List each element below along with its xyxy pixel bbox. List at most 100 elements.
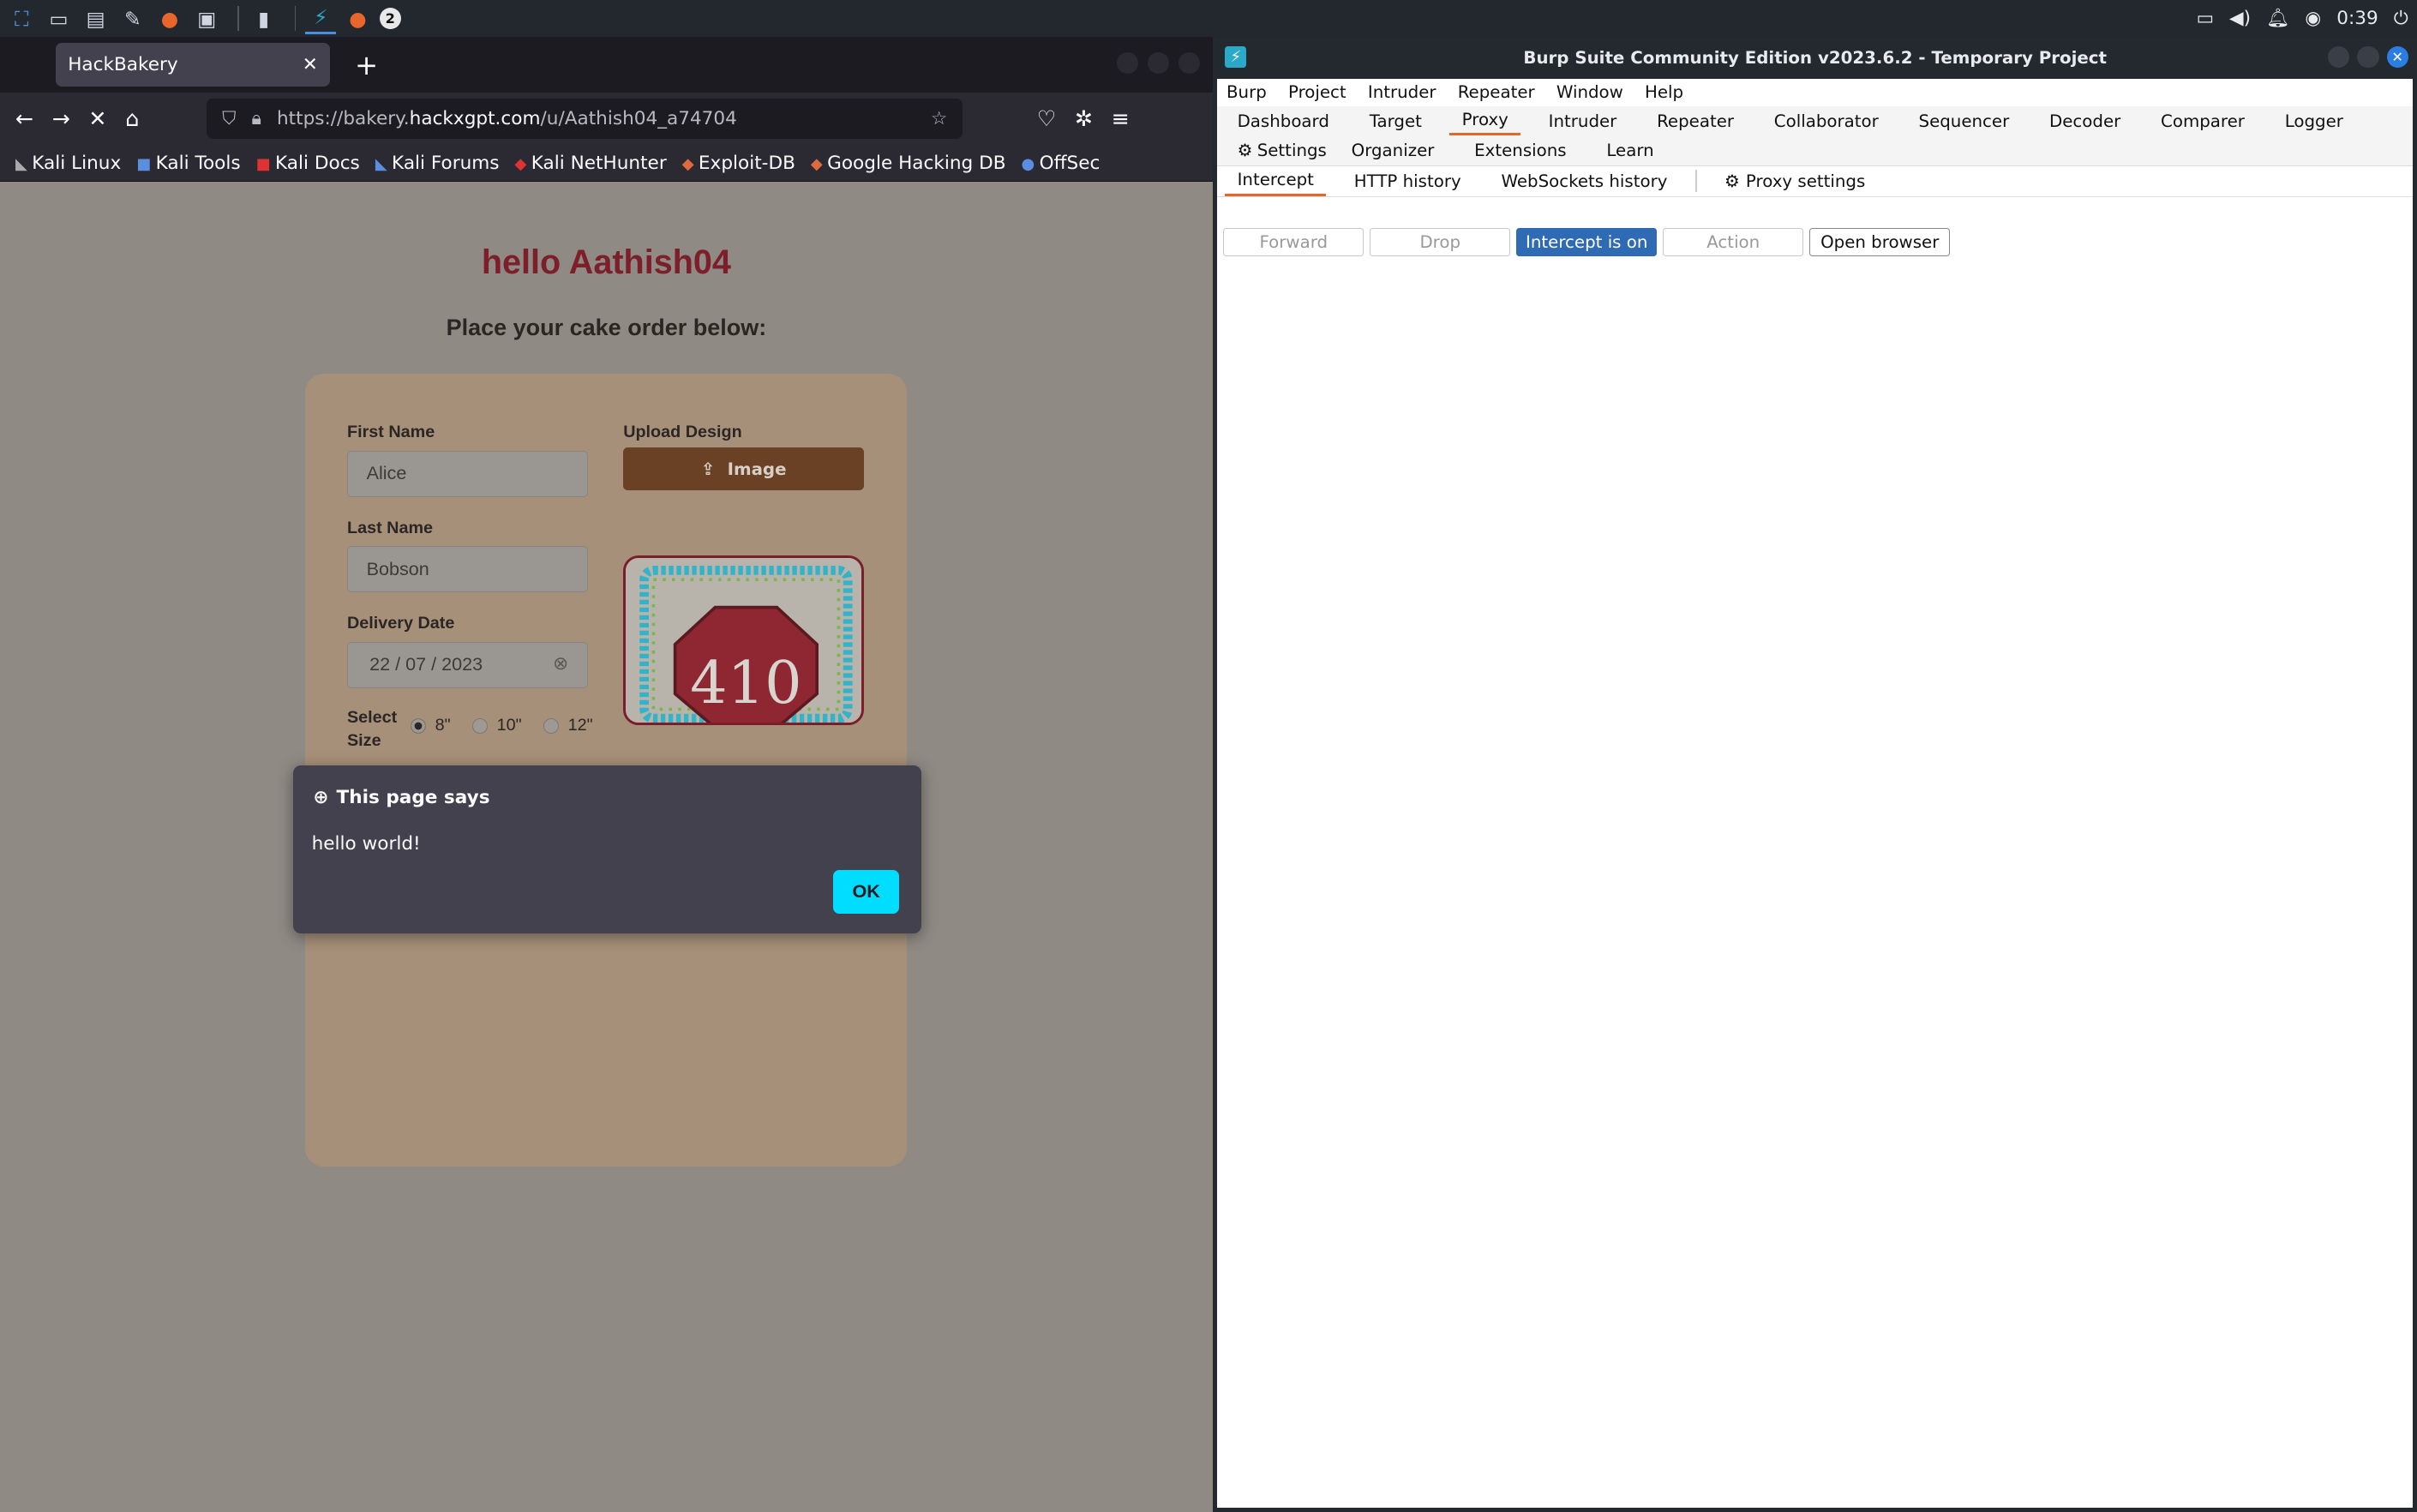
bookmark-kali-nethunter[interactable]: ◆ Kali NetHunter bbox=[515, 153, 667, 174]
stop-loading-icon[interactable]: ✕ bbox=[88, 106, 106, 131]
clock[interactable]: 0:39 bbox=[2336, 8, 2378, 29]
subtab-websockets-history[interactable]: WebSockets history bbox=[1489, 165, 1680, 196]
bookmark-exploit-db[interactable]: ◆ Exploit-DB bbox=[682, 153, 795, 174]
browser-tab[interactable]: HackBakery ✕ bbox=[55, 43, 331, 87]
menu-intruder[interactable]: Intruder bbox=[1368, 82, 1436, 102]
ghdb-icon: ◆ bbox=[810, 154, 823, 173]
burp-window-title: Burp Suite Community Edition v2023.6.2 -… bbox=[1523, 47, 2107, 68]
tab-comparer[interactable]: Comparer bbox=[2149, 106, 2258, 135]
home-icon[interactable]: ⌂ bbox=[125, 106, 139, 131]
kali-menu-icon[interactable]: ⛶ bbox=[6, 3, 37, 34]
logout-icon[interactable]: ⏻ bbox=[2394, 8, 2408, 29]
back-icon[interactable]: ← bbox=[15, 106, 33, 131]
app-menu-icon[interactable]: ≡ bbox=[1112, 106, 1130, 131]
drop-button[interactable]: Drop bbox=[1370, 228, 1511, 256]
upload-image-button[interactable]: ⇪ Image bbox=[623, 447, 864, 491]
proxy-settings-label: Proxy settings bbox=[1745, 171, 1866, 191]
size-8-radio[interactable] bbox=[410, 717, 426, 734]
bookmark-offsec[interactable]: ● OffSec bbox=[1022, 153, 1101, 174]
tab-organizer[interactable]: Organizer bbox=[1339, 135, 1447, 165]
tab-settings[interactable]: ⚙ Settings bbox=[1225, 135, 1339, 165]
alert-dialog: ⊕ This page says hello world! OK bbox=[293, 765, 921, 933]
tab-bar: HackBakery ✕ + bbox=[0, 37, 1213, 93]
subtab-http-history[interactable]: HTTP history bbox=[1341, 165, 1473, 196]
tab-logger[interactable]: Logger bbox=[2272, 106, 2355, 135]
size-8-label: 8" bbox=[435, 716, 451, 735]
tab-extensions[interactable]: Extensions bbox=[1462, 135, 1579, 165]
forward-button[interactable]: Forward bbox=[1223, 228, 1364, 256]
intercept-toggle-button[interactable]: Intercept is on bbox=[1516, 228, 1658, 256]
bookmark-kali-tools[interactable]: ■ Kali Tools bbox=[136, 153, 240, 174]
file-manager-icon[interactable]: ▤ bbox=[81, 3, 111, 34]
close-tab-icon[interactable]: ✕ bbox=[303, 54, 318, 75]
page-content: hello Aathish04 Place your cake order be… bbox=[0, 182, 1213, 1512]
select-size-label: Select Size bbox=[346, 708, 398, 751]
upload-icon: ⇪ bbox=[700, 459, 716, 479]
tab-collaborator[interactable]: Collaborator bbox=[1761, 106, 1891, 135]
dialog-message: hello world! bbox=[311, 832, 421, 855]
open-browser-button[interactable]: Open browser bbox=[1809, 228, 1951, 256]
firefox-taskbar-icon[interactable]: ● bbox=[342, 3, 373, 34]
maximize-icon[interactable] bbox=[2357, 45, 2379, 69]
proxy-settings-button[interactable]: ⚙ Proxy settings bbox=[1712, 165, 1878, 196]
bookmark-kali-forums[interactable]: ◣ Kali Forums bbox=[375, 153, 500, 174]
tab-target[interactable]: Target bbox=[1357, 106, 1434, 135]
close-window-icon[interactable] bbox=[1179, 52, 1201, 75]
forward-icon[interactable]: → bbox=[52, 106, 70, 131]
tab-decoder[interactable]: Decoder bbox=[2037, 106, 2133, 135]
desktop-icon[interactable]: ▭ bbox=[43, 3, 74, 34]
shield-icon[interactable]: ⛉ bbox=[222, 108, 236, 129]
volume-icon[interactable]: ◀) bbox=[2229, 8, 2251, 29]
tab-sequencer[interactable]: Sequencer bbox=[1906, 106, 2022, 135]
burp-main-tabs: Dashboard Target Proxy Intruder Repeater… bbox=[1217, 106, 2414, 166]
menu-burp[interactable]: Burp bbox=[1226, 82, 1267, 102]
url-text[interactable]: https://bakery.hackxgpt.com/u/Aathish04_… bbox=[277, 108, 737, 129]
text-editor-icon[interactable]: ✎ bbox=[117, 3, 148, 34]
minimize-icon[interactable] bbox=[2328, 45, 2350, 69]
tab-repeater[interactable]: Repeater bbox=[1645, 106, 1747, 135]
power-indicator-icon[interactable]: ◉ bbox=[2305, 8, 2321, 29]
firefox-launcher-icon[interactable]: ● bbox=[154, 3, 185, 34]
tab-learn[interactable]: Learn bbox=[1594, 135, 1666, 165]
bookmark-kali-linux[interactable]: ◣ Kali Linux bbox=[15, 153, 121, 174]
panel-separator bbox=[294, 6, 297, 31]
workspace-badge[interactable]: 2 bbox=[379, 8, 401, 30]
clear-date-icon[interactable]: ⊗ bbox=[553, 652, 568, 675]
size-10-radio[interactable] bbox=[471, 717, 488, 734]
notification-bell-icon[interactable]: 🔔︎ bbox=[2266, 8, 2289, 29]
size-12-radio[interactable] bbox=[543, 717, 559, 734]
ok-button[interactable]: OK bbox=[833, 870, 900, 914]
close-window-icon[interactable]: ✕ bbox=[2386, 45, 2408, 69]
menu-window[interactable]: Window bbox=[1556, 82, 1623, 102]
delivery-date-field[interactable]: 22 / 07 / 2023 ⊗ bbox=[346, 641, 588, 688]
kali-icon: ◣ bbox=[15, 154, 27, 173]
tab-proxy[interactable]: Proxy bbox=[1449, 106, 1521, 136]
maximize-icon[interactable] bbox=[1148, 52, 1170, 75]
workspace-icon[interactable]: ▮ bbox=[249, 3, 279, 34]
tab-intruder[interactable]: Intruder bbox=[1536, 106, 1628, 135]
delivery-date-value: 22 / 07 / 2023 bbox=[369, 653, 483, 675]
minimize-icon[interactable] bbox=[1117, 52, 1139, 75]
bookmark-kali-docs[interactable]: ■ Kali Docs bbox=[256, 153, 360, 174]
exploit-db-icon: ◆ bbox=[681, 154, 694, 173]
url-bar[interactable]: ⛉ 🔒︎ https://bakery.hackxgpt.com/u/Aathi… bbox=[207, 99, 963, 139]
new-tab-icon[interactable]: + bbox=[355, 49, 378, 81]
extensions-icon[interactable]: ✲ bbox=[1075, 106, 1093, 131]
page-subtitle: Place your cake order below: bbox=[446, 315, 767, 341]
menu-repeater[interactable]: Repeater bbox=[1458, 82, 1535, 102]
bookmark-google-hacking-db[interactable]: ◆ Google Hacking DB bbox=[811, 153, 1006, 174]
action-button[interactable]: Action bbox=[1663, 228, 1804, 256]
tab-dashboard[interactable]: Dashboard bbox=[1225, 106, 1341, 135]
menu-help[interactable]: Help bbox=[1645, 82, 1683, 102]
subtab-intercept[interactable]: Intercept bbox=[1225, 165, 1327, 197]
pocket-icon[interactable]: ♡ bbox=[1037, 106, 1057, 131]
bookmark-star-icon[interactable]: ☆ bbox=[931, 108, 947, 129]
first-name-field[interactable]: Alice bbox=[346, 450, 588, 497]
last-name-field[interactable]: Bobson bbox=[346, 546, 588, 593]
lock-icon[interactable]: 🔒︎ bbox=[251, 108, 261, 129]
terminal-icon[interactable]: ▣ bbox=[191, 3, 222, 34]
burp-taskbar-icon[interactable]: ⚡ bbox=[305, 3, 337, 34]
display-icon[interactable]: ▭ bbox=[2197, 8, 2214, 29]
burp-window-controls: ✕ bbox=[2328, 45, 2408, 69]
menu-project[interactable]: Project bbox=[1288, 82, 1346, 102]
